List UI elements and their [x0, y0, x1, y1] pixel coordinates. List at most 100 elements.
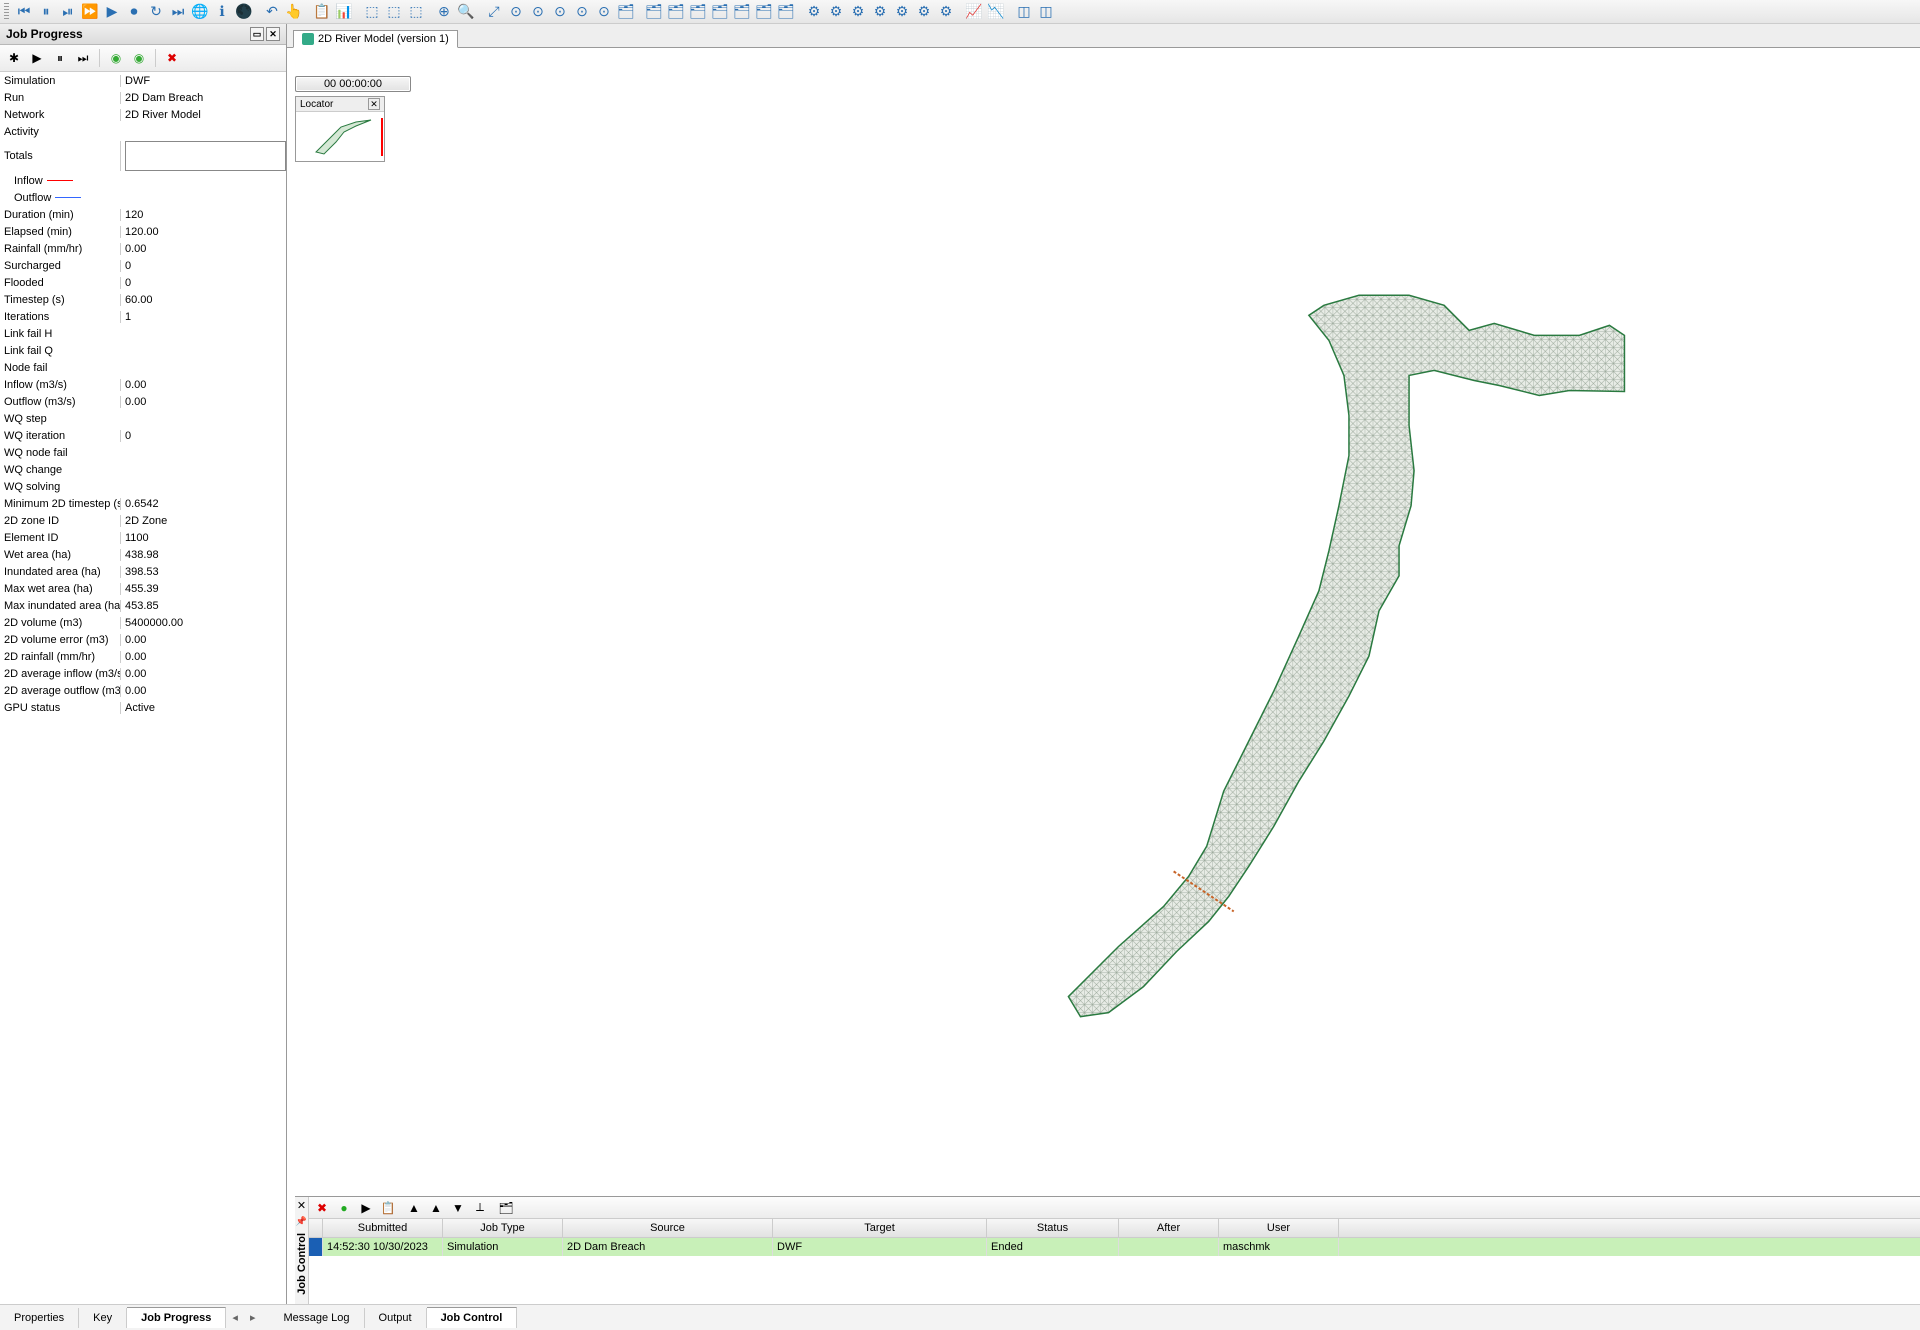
- toolbar-button-32[interactable]: 🗂: [753, 1, 775, 23]
- toolbar-button-19[interactable]: 🔍: [455, 1, 477, 23]
- toolbar-button-1[interactable]: ⏸: [35, 1, 57, 23]
- toolbar-button-27[interactable]: 🗂: [643, 1, 665, 23]
- tab-scroll-left[interactable]: ◂: [226, 1311, 244, 1324]
- toolbar-button-35[interactable]: ⚙: [825, 1, 847, 23]
- toolbar-button-34[interactable]: ⚙: [803, 1, 825, 23]
- panel-toolbar-button-2[interactable]: ⏸: [50, 48, 70, 68]
- prop-value: 453.85: [120, 600, 286, 612]
- job-control-pin-icon[interactable]: 📌: [296, 1214, 307, 1229]
- jobctrl-tool-6[interactable]: ▼: [449, 1199, 467, 1217]
- jobctrl-tool-1[interactable]: ●: [335, 1199, 353, 1217]
- panel-toolbar-button-4[interactable]: ◉: [106, 48, 126, 68]
- river-mesh-polygon[interactable]: [1068, 295, 1624, 1016]
- toolbar-button-15[interactable]: ⬚: [361, 1, 383, 23]
- toolbar-button-4[interactable]: ▶: [101, 1, 123, 23]
- tab-properties[interactable]: Properties: [0, 1308, 79, 1328]
- jobctrl-tool-5[interactable]: ▲: [427, 1199, 445, 1217]
- col-target[interactable]: Target: [773, 1219, 987, 1237]
- toolbar-button-13[interactable]: 📋: [311, 1, 333, 23]
- toolbar-button-3[interactable]: ⏩: [79, 1, 101, 23]
- prop-value: 120: [120, 209, 286, 221]
- toolbar-button-30[interactable]: 🗂: [709, 1, 731, 23]
- toolbar-button-25[interactable]: ⊙: [593, 1, 615, 23]
- jobctrl-tool-2[interactable]: ▶: [357, 1199, 375, 1217]
- toolbar-button-42[interactable]: 📉: [985, 1, 1007, 23]
- tab-job-control[interactable]: Job Control: [427, 1307, 518, 1328]
- prop-row: Network2D River Model: [0, 106, 286, 123]
- toolbar-button-29[interactable]: 🗂: [687, 1, 709, 23]
- toolbar-button-39[interactable]: ⚙: [913, 1, 935, 23]
- prop-row: Max wet area (ha)455.39: [0, 580, 286, 597]
- toolbar-button-11[interactable]: ↶: [261, 1, 283, 23]
- grid-header: Submitted Job Type Source Target Status …: [309, 1219, 1920, 1238]
- tab-message-log[interactable]: Message Log: [269, 1308, 364, 1328]
- document-tab[interactable]: 2D River Model (version 1): [293, 30, 458, 48]
- toolbar-button-5[interactable]: ⏺: [123, 1, 145, 23]
- toolbar-button-23[interactable]: ⊙: [549, 1, 571, 23]
- col-status[interactable]: Status: [987, 1219, 1119, 1237]
- panel-toolbar-button-0[interactable]: ✱: [4, 48, 24, 68]
- col-submitted[interactable]: Submitted: [323, 1219, 443, 1237]
- panel-toolbar-button-5[interactable]: ◉: [129, 48, 149, 68]
- prop-row: WQ node fail: [0, 444, 286, 461]
- jobctrl-tool-0[interactable]: ✖: [313, 1199, 331, 1217]
- toolbar-button-33[interactable]: 🗂: [775, 1, 797, 23]
- toolbar-button-16[interactable]: ⬚: [383, 1, 405, 23]
- toolbar-button-43[interactable]: ◫: [1013, 1, 1035, 23]
- job-control-close-button[interactable]: ✕: [297, 1197, 306, 1214]
- table-row[interactable]: 14:52:30 10/30/2023 Simulation 2D Dam Br…: [309, 1238, 1920, 1256]
- toolbar-button-20[interactable]: ⤢: [483, 1, 505, 23]
- toolbar-button-24[interactable]: ⊙: [571, 1, 593, 23]
- toolbar-button-40[interactable]: ⚙: [935, 1, 957, 23]
- jobctrl-tool-7[interactable]: ⟂: [471, 1199, 489, 1217]
- toolbar-button-12[interactable]: 👆: [283, 1, 305, 23]
- prop-row: 2D volume error (m3)0.00: [0, 631, 286, 648]
- col-user[interactable]: User: [1219, 1219, 1339, 1237]
- prop-label: 2D rainfall (mm/hr): [0, 651, 120, 663]
- toolbar-button-6[interactable]: ↻: [145, 1, 167, 23]
- job-control-panel: ✕ 📌 Job Control ✖●▶📋▲▲▼⟂🗂 Submitted Job …: [295, 1196, 1920, 1304]
- panel-close-button[interactable]: ✕: [266, 27, 280, 41]
- canvas[interactable]: 00 00:00:00 Locator ✕: [287, 48, 1920, 1304]
- toolbar-button-14[interactable]: 📊: [333, 1, 355, 23]
- toolbar-button-37[interactable]: ⚙: [869, 1, 891, 23]
- jobctrl-tool-8[interactable]: 🗂: [497, 1199, 515, 1217]
- tab-job-progress[interactable]: Job Progress: [127, 1307, 226, 1328]
- toolbar-button-9[interactable]: ℹ: [211, 1, 233, 23]
- col-jobtype[interactable]: Job Type: [443, 1219, 563, 1237]
- toolbar-button-41[interactable]: 📈: [963, 1, 985, 23]
- panel-toolbar-button-1[interactable]: ▶: [27, 48, 47, 68]
- toolbar-button-10[interactable]: 🌑: [233, 1, 255, 23]
- prop-label: Link fail Q: [0, 345, 120, 357]
- prop-label: Wet area (ha): [0, 549, 120, 561]
- toolbar-button-2[interactable]: ⏯: [57, 1, 79, 23]
- tab-key[interactable]: Key: [79, 1308, 127, 1328]
- toolbar-button-7[interactable]: ⏭: [167, 1, 189, 23]
- prop-row: Timestep (s)60.00: [0, 291, 286, 308]
- toolbar-button-0[interactable]: ⏮: [13, 1, 35, 23]
- toolbar-button-28[interactable]: 🗂: [665, 1, 687, 23]
- tab-output[interactable]: Output: [365, 1308, 427, 1328]
- prop-value: 0.00: [120, 668, 286, 680]
- prop-row: Run2D Dam Breach: [0, 89, 286, 106]
- panel-maximize-button[interactable]: ▭: [250, 27, 264, 41]
- toolbar-button-17[interactable]: ⬚: [405, 1, 427, 23]
- toolbar-button-44[interactable]: ◫: [1035, 1, 1057, 23]
- col-source[interactable]: Source: [563, 1219, 773, 1237]
- col-after[interactable]: After: [1119, 1219, 1219, 1237]
- jobctrl-tool-4[interactable]: ▲: [405, 1199, 423, 1217]
- toolbar-button-18[interactable]: ⊕: [433, 1, 455, 23]
- toolbar-button-8[interactable]: 🌐: [189, 1, 211, 23]
- panel-toolbar-button-3[interactable]: ⏭: [73, 48, 93, 68]
- toolbar-button-22[interactable]: ⊙: [527, 1, 549, 23]
- row-selector[interactable]: [309, 1238, 323, 1256]
- job-control-grid[interactable]: Submitted Job Type Source Target Status …: [309, 1219, 1920, 1304]
- jobctrl-tool-3[interactable]: 📋: [379, 1199, 397, 1217]
- tab-scroll-right[interactable]: ▸: [244, 1311, 262, 1324]
- toolbar-button-31[interactable]: 🗂: [731, 1, 753, 23]
- panel-toolbar-button-6[interactable]: ✖: [162, 48, 182, 68]
- toolbar-button-26[interactable]: 🗂: [615, 1, 637, 23]
- toolbar-button-36[interactable]: ⚙: [847, 1, 869, 23]
- toolbar-button-38[interactable]: ⚙: [891, 1, 913, 23]
- toolbar-button-21[interactable]: ⊙: [505, 1, 527, 23]
